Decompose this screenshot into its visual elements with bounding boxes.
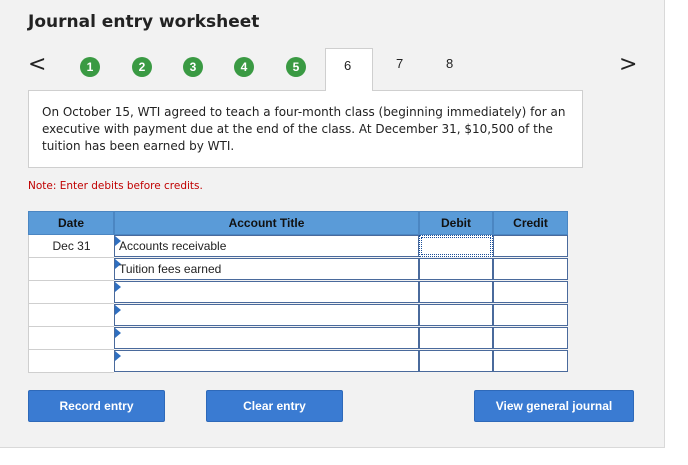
instruction-note: Note: Enter debits before credits. <box>28 180 203 192</box>
step-8-tab[interactable]: 8 <box>446 56 453 71</box>
prev-arrow-icon[interactable]: < <box>28 52 46 78</box>
account-title-field[interactable]: Accounts receivable <box>114 235 419 257</box>
next-arrow-icon[interactable]: > <box>619 52 637 78</box>
date-cell[interactable] <box>28 258 114 281</box>
dropdown-flag-icon <box>115 305 121 315</box>
account-column-header: Account Title <box>114 211 419 235</box>
credit-field[interactable] <box>493 304 568 326</box>
dropdown-flag-icon <box>115 282 121 292</box>
credit-field[interactable] <box>493 350 568 372</box>
account-title-value: Accounts receivable <box>119 239 227 253</box>
debit-column-header: Debit <box>419 211 493 235</box>
step-4-button[interactable]: 4 <box>234 57 254 77</box>
account-title-field[interactable] <box>114 304 419 326</box>
credit-field[interactable] <box>493 281 568 303</box>
account-title-field[interactable] <box>114 281 419 303</box>
debit-field[interactable] <box>419 235 493 257</box>
debit-field[interactable] <box>419 281 493 303</box>
step-7-tab[interactable]: 7 <box>396 56 403 71</box>
debit-field[interactable] <box>419 350 493 372</box>
dropdown-flag-icon <box>115 351 121 361</box>
credit-column-header: Credit <box>493 211 568 235</box>
date-cell[interactable]: Dec 31 <box>28 235 114 258</box>
step-6-label: 6 <box>344 58 352 73</box>
date-column-header: Date <box>28 211 114 235</box>
worksheet-panel: Journal entry worksheet < 1 2 3 4 5 6 7 … <box>0 0 665 448</box>
debit-field[interactable] <box>419 304 493 326</box>
record-entry-button[interactable]: Record entry <box>28 390 165 422</box>
dropdown-flag-icon <box>115 328 121 338</box>
step-5-button[interactable]: 5 <box>286 57 306 77</box>
account-title-field[interactable] <box>114 350 419 372</box>
step-3-button[interactable]: 3 <box>183 57 203 77</box>
credit-field[interactable] <box>493 235 568 257</box>
step-6-tab[interactable]: 6 <box>325 48 373 91</box>
question-text: On October 15, WTI agreed to teach a fou… <box>28 90 583 168</box>
step-2-button[interactable]: 2 <box>132 57 152 77</box>
date-cell[interactable] <box>28 327 114 350</box>
date-cell[interactable] <box>28 281 114 304</box>
date-cell[interactable] <box>28 350 114 373</box>
debit-field[interactable] <box>419 327 493 349</box>
debit-field[interactable] <box>419 258 493 280</box>
date-cell[interactable] <box>28 304 114 327</box>
view-general-journal-button[interactable]: View general journal <box>474 390 634 422</box>
credit-field[interactable] <box>493 327 568 349</box>
credit-field[interactable] <box>493 258 568 280</box>
step-1-button[interactable]: 1 <box>80 57 100 77</box>
worksheet-title: Journal entry worksheet <box>28 12 260 32</box>
account-title-field[interactable]: Tuition fees earned <box>114 258 419 280</box>
clear-entry-button[interactable]: Clear entry <box>206 390 343 422</box>
account-title-field[interactable] <box>114 327 419 349</box>
account-title-value: Tuition fees earned <box>119 262 222 276</box>
